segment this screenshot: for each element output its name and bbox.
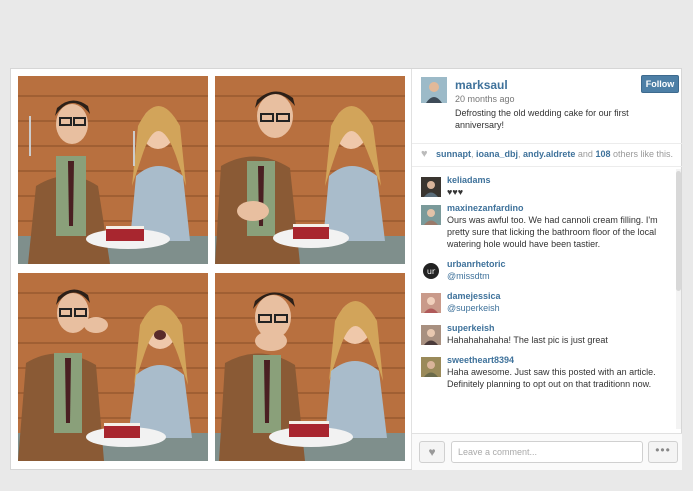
- photo-1: [18, 76, 208, 264]
- likes-count[interactable]: 108: [595, 149, 610, 159]
- post-card: marksaul 20 months ago Defrosting the ol…: [10, 68, 682, 470]
- photo-collage[interactable]: [11, 69, 411, 469]
- liker-link[interactable]: ioana_dbj: [476, 149, 518, 159]
- heart-icon: ♥: [421, 148, 428, 160]
- comment-text: ♥♥♥: [447, 187, 464, 197]
- comment-input[interactable]: [451, 441, 643, 463]
- photo-4: [215, 273, 405, 461]
- comment-mention[interactable]: @superkeish: [447, 302, 672, 314]
- liker-link[interactable]: sunnapt: [436, 149, 471, 159]
- photo-3: [18, 273, 208, 461]
- comment-username[interactable]: urbanrhetoric: [447, 259, 506, 269]
- post-header: marksaul 20 months ago Defrosting the ol…: [412, 69, 682, 139]
- commenter-avatar[interactable]: [421, 325, 441, 345]
- liker-link[interactable]: andy.aldrete: [523, 149, 575, 159]
- comment-mention[interactable]: @missdtm: [447, 270, 672, 282]
- commenter-avatar[interactable]: ur: [421, 261, 441, 281]
- svg-text:ur: ur: [427, 267, 436, 276]
- more-options-button[interactable]: •••: [648, 441, 678, 463]
- photo-2: [215, 76, 405, 264]
- comment-text: Hahahahahaha! The last pic is just great: [447, 335, 608, 345]
- likes-summary: ♥ sunnapt, ioana_dbj, andy.aldrete and 1…: [412, 143, 682, 167]
- comment-username[interactable]: maxinezanfardino: [447, 203, 524, 213]
- comment-username[interactable]: sweetheart8394: [447, 355, 514, 365]
- likes-text: sunnapt, ioana_dbj, andy.aldrete and 108…: [436, 149, 674, 159]
- comment-username[interactable]: keliadams: [447, 175, 491, 185]
- comment-text: Haha awesome. Just saw this posted with …: [447, 367, 656, 389]
- commenter-avatar[interactable]: [421, 177, 441, 197]
- follow-button[interactable]: Follow: [641, 75, 679, 93]
- like-button[interactable]: ♥: [419, 441, 445, 463]
- commenter-avatar[interactable]: [421, 205, 441, 225]
- post-username[interactable]: marksaul: [455, 78, 508, 92]
- commenter-avatar[interactable]: [421, 293, 441, 313]
- comment-footer: ♥ •••: [412, 433, 682, 470]
- post-sidebar: marksaul 20 months ago Defrosting the ol…: [411, 69, 682, 470]
- likes-suffix: others like this.: [612, 149, 674, 159]
- comments-scrollbar[interactable]: [676, 169, 681, 429]
- comment-text: Ours was awful too. We had cannoli cream…: [447, 215, 658, 249]
- comment-username[interactable]: damejessica: [447, 291, 501, 301]
- comment-username[interactable]: superkeish: [447, 323, 495, 333]
- heart-icon: ♥: [428, 445, 436, 459]
- commenter-avatar[interactable]: [421, 357, 441, 377]
- post-timestamp[interactable]: 20 months ago: [455, 94, 515, 104]
- scrollbar-thumb[interactable]: [676, 171, 681, 291]
- avatar[interactable]: [421, 77, 447, 103]
- post-caption: Defrosting the old wedding cake for our …: [455, 108, 629, 130]
